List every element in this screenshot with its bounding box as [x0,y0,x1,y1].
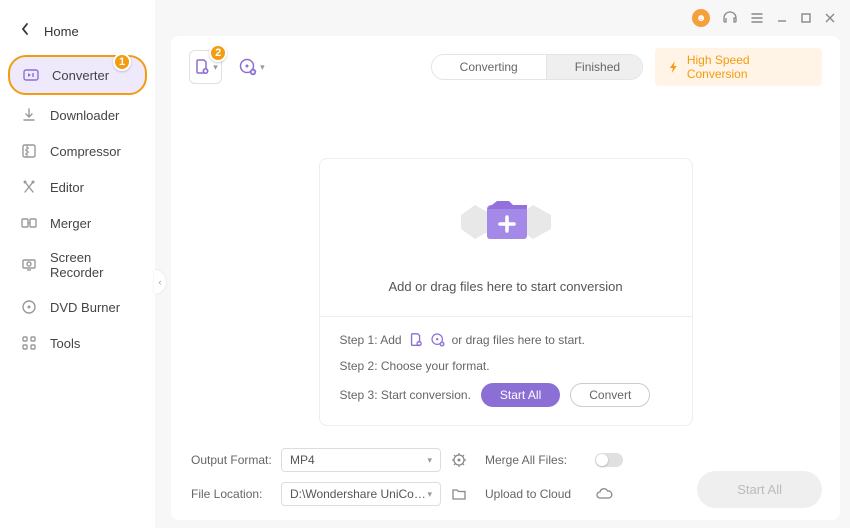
sidebar-collapse-handle[interactable]: ‹ [154,270,166,294]
open-folder-icon[interactable] [451,486,475,502]
add-files-button[interactable]: ▾ 2 [189,50,222,84]
badge-1: 1 [113,53,131,71]
toolbar: ▾ 2 ▾ Converting Finished High Speed Con… [171,36,840,98]
sidebar-item-merger[interactable]: Merger [0,205,155,241]
output-format-value: MP4 [290,453,315,467]
merge-label: Merge All Files: [485,453,585,467]
file-location-label: File Location: [191,487,271,501]
disc-plus-icon [238,57,258,77]
bolt-icon [667,60,681,74]
close-icon[interactable] [824,12,836,24]
conversion-tabs: Converting Finished [431,54,644,80]
start-all-button[interactable]: Start All [481,383,560,407]
sidebar-item-recorder[interactable]: Screen Recorder [0,241,155,289]
output-format-select[interactable]: MP4 ▾ [281,448,441,472]
convert-button[interactable]: Convert [570,383,650,407]
step-1: Step 1: Add or drag files here to start. [340,331,672,349]
chevron-down-icon: ▾ [213,62,218,73]
file-plus-icon [408,332,424,348]
recorder-icon [20,256,38,274]
high-speed-label: High Speed Conversion [687,53,810,81]
sidebar-item-editor[interactable]: Editor [0,169,155,205]
output-settings-icon[interactable] [451,452,475,468]
step1-suffix: or drag files here to start. [452,331,585,349]
dvd-icon [20,298,38,316]
sidebar-item-downloader[interactable]: Downloader [0,97,155,133]
output-format-label: Output Format: [191,453,271,467]
nav-label: Converter [52,68,109,83]
nav-label: Downloader [50,108,119,123]
drop-zone[interactable]: Add or drag files here to start conversi… [319,158,693,426]
add-disc-button[interactable]: ▾ [234,53,269,81]
merge-toggle[interactable] [595,453,623,467]
nav-label: DVD Burner [50,300,120,315]
merger-icon [20,214,38,232]
disc-plus-icon [430,332,446,348]
titlebar: ☻ [155,0,850,36]
tab-finished[interactable]: Finished [546,55,644,79]
tab-converting[interactable]: Converting [432,55,546,79]
file-location-value: D:\Wondershare UniConverter 1 [290,487,427,501]
upload-cloud-label: Upload to Cloud [485,487,585,501]
folder-plus-icon [451,187,561,259]
content-card: ▾ 2 ▾ Converting Finished High Speed Con… [171,36,840,520]
file-plus-icon [193,58,211,76]
home-nav[interactable]: Home [0,14,155,55]
step1-prefix: Step 1: Add [340,331,402,349]
home-label: Home [44,24,79,39]
tools-icon [20,334,38,352]
minimize-icon[interactable] [776,12,788,24]
badge-2: 2 [209,44,227,62]
chevron-down-icon: ▾ [427,455,432,466]
step-2: Step 2: Choose your format. [340,357,672,375]
sidebar: Home Converter 1 Downloader Compressor [0,0,155,528]
drop-text: Add or drag files here to start conversi… [320,259,692,316]
chevron-down-icon: ▾ [260,62,265,73]
converter-icon [22,66,40,84]
nav-list: Converter 1 Downloader Compressor Editor [0,55,155,361]
support-icon[interactable] [722,10,738,26]
back-arrow-icon [20,22,30,41]
editor-icon [20,178,38,196]
sidebar-item-tools[interactable]: Tools [0,325,155,361]
chevron-down-icon: ▾ [427,489,432,500]
high-speed-button[interactable]: High Speed Conversion [655,48,822,86]
nav-label: Editor [50,180,84,195]
cloud-icon[interactable] [595,487,655,501]
nav-label: Tools [50,336,80,351]
nav-label: Compressor [50,144,121,159]
sidebar-item-compressor[interactable]: Compressor [0,133,155,169]
nav-label: Screen Recorder [50,250,135,280]
step3-text: Step 3: Start conversion. [340,388,471,402]
step-3: Step 3: Start conversion. Start All Conv… [340,383,672,407]
sidebar-item-converter[interactable]: Converter 1 [8,55,147,95]
maximize-icon[interactable] [800,12,812,24]
steps-panel: Step 1: Add or drag files here to start.… [320,316,692,425]
main-area: ‹ ☻ ▾ 2 ▾ [155,0,850,528]
start-all-main-button[interactable]: Start All [697,471,822,508]
file-location-select[interactable]: D:\Wondershare UniConverter 1 ▾ [281,482,441,506]
compressor-icon [20,142,38,160]
nav-label: Merger [50,216,91,231]
user-avatar-icon[interactable]: ☻ [692,9,710,27]
menu-icon[interactable] [750,11,764,25]
downloader-icon [20,106,38,124]
sidebar-item-dvd[interactable]: DVD Burner [0,289,155,325]
